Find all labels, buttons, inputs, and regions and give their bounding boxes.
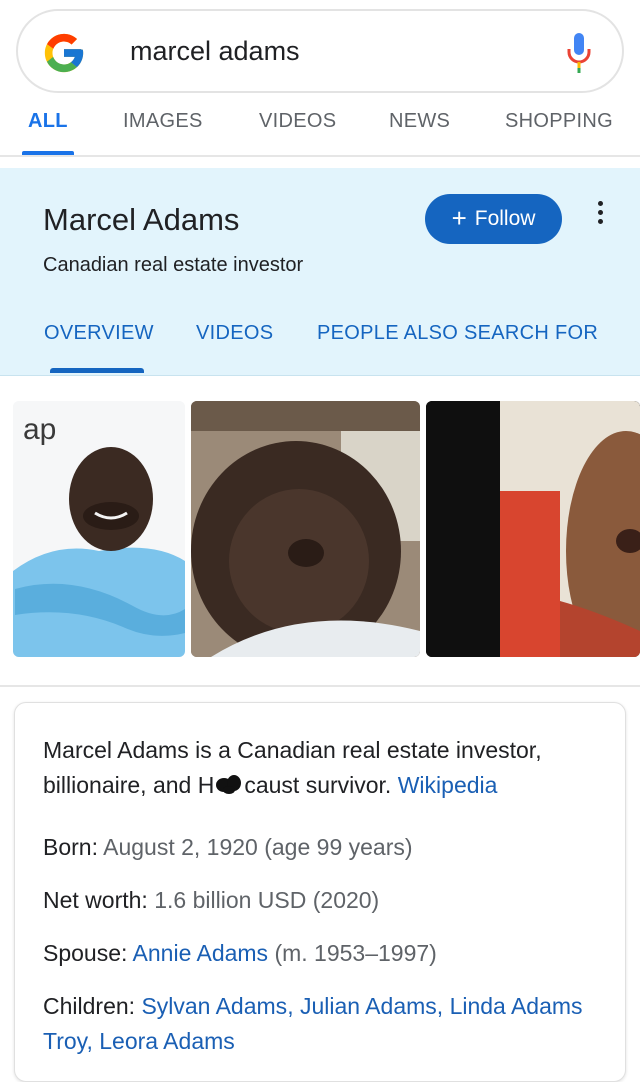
spouse-value: (m. 1953–1997) — [274, 940, 437, 966]
fact-spouse: Spouse: Annie Adams (m. 1953–1997) — [43, 936, 603, 971]
kp-tab-overview[interactable]: OVERVIEW — [44, 322, 154, 345]
section-divider — [0, 685, 640, 687]
knowledge-panel-header: Marcel Adams Canadian real estate invest… — [0, 168, 640, 376]
more-options-icon[interactable] — [594, 198, 606, 234]
tab-images[interactable]: IMAGES — [123, 110, 203, 133]
kp-tab-videos[interactable]: VIDEOS — [196, 322, 273, 345]
fact-born: Born: August 2, 1920 (age 99 years) — [43, 830, 603, 865]
kp-active-tab-indicator — [50, 368, 144, 373]
entity-title: Marcel Adams — [43, 202, 240, 237]
child-link-sylvan[interactable]: Sylvan Adams — [141, 993, 287, 1019]
net-worth-value: 1.6 billion USD (2020) — [154, 887, 380, 913]
spouse-label: Spouse: — [43, 940, 128, 966]
portrait-illustration-1: ap — [13, 401, 185, 657]
fact-children: Children: Sylvan Adams, Julian Adams, Li… — [43, 993, 583, 1054]
search-tabs: ALL IMAGES VIDEOS NEWS SHOPPING — [0, 100, 640, 156]
spouse-link[interactable]: Annie Adams — [133, 940, 269, 966]
search-bar[interactable]: marcel adams — [16, 9, 624, 93]
tabs-divider — [0, 155, 640, 157]
kp-tab-people-also-search-for[interactable]: PEOPLE ALSO SEARCH FOR — [317, 322, 598, 345]
tab-videos[interactable]: VIDEOS — [259, 110, 336, 133]
child-link-leora[interactable]: Leora Adams — [99, 1028, 235, 1054]
fact-net-worth: Net worth: 1.6 billion USD (2020) — [43, 883, 603, 918]
search-query-text[interactable]: marcel adams — [130, 36, 300, 67]
description-card: Marcel Adams is a Canadian real estate i… — [14, 702, 626, 1082]
portrait-illustration-2 — [191, 401, 420, 657]
follow-button[interactable]: + Follow — [425, 194, 562, 244]
entity-image-3[interactable] — [426, 401, 640, 657]
entity-image-2[interactable] — [191, 401, 420, 657]
microphone-icon[interactable] — [566, 31, 592, 75]
entity-subtitle: Canadian real estate investor — [43, 254, 304, 276]
ink-blot-icon — [214, 770, 244, 794]
description-text-part-2: caust survivor. — [244, 772, 392, 798]
follow-label: Follow — [474, 207, 536, 230]
born-label: Born: — [43, 834, 98, 860]
born-value: August 2, 1920 (age 99 years) — [103, 834, 413, 860]
tab-news[interactable]: NEWS — [389, 110, 450, 133]
tab-all[interactable]: ALL — [28, 110, 68, 133]
child-link-julian[interactable]: Julian Adams — [300, 993, 437, 1019]
children-label: Children: — [43, 993, 136, 1019]
plus-icon: + — [451, 203, 467, 233]
tab-shopping[interactable]: SHOPPING — [505, 110, 613, 133]
net-worth-label: Net worth: — [43, 887, 148, 913]
portrait-illustration-3 — [426, 401, 640, 657]
entity-image-1[interactable]: ap — [13, 401, 185, 657]
google-g-icon[interactable] — [41, 30, 87, 76]
wikipedia-link[interactable]: Wikipedia — [398, 772, 498, 798]
entity-description: Marcel Adams is a Canadian real estate i… — [43, 733, 603, 803]
ap-logo-text: ap — [23, 413, 56, 446]
